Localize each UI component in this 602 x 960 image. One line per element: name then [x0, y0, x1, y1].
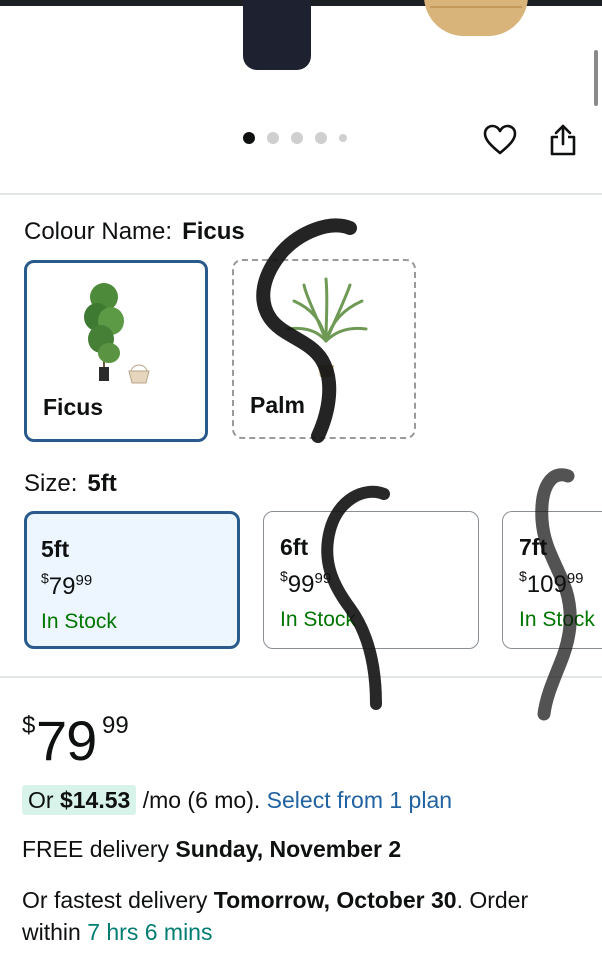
colour-label-row: Colour Name: Ficus [24, 218, 245, 246]
price-symbol: $ [22, 712, 36, 739]
size-option-stock: In Stock [41, 610, 117, 633]
size-option-price: $7999 [41, 570, 93, 600]
size-option-size: 6ft [280, 534, 309, 560]
fastest-delivery-line: Or fastest delivery Tomorrow, October 30… [22, 887, 529, 945]
share-icon [550, 124, 576, 156]
size-option-price: $9999 [280, 568, 332, 598]
wishlist-button[interactable] [480, 120, 520, 160]
fastest-delivery-date: Tomorrow, October 30 [213, 887, 457, 913]
price-whole: 79 [36, 709, 97, 772]
palm-plant-image [286, 277, 368, 377]
colour-selected-value: Ficus [182, 218, 245, 245]
financing-line: Or $14.53 /mo (6 mo). Select from 1 plan [22, 785, 452, 815]
delivery-countdown: 7 hrs 6 mins [87, 919, 213, 945]
colour-option-label: Palm [250, 392, 305, 418]
financing-highlight: Or $14.53 [22, 785, 137, 815]
gallery-dot[interactable] [267, 132, 279, 144]
gallery-dot[interactable] [315, 132, 327, 144]
gallery-dot[interactable] [243, 132, 255, 144]
product-image-gallery[interactable] [0, 0, 602, 80]
free-delivery-line: FREE delivery Sunday, November 2 [22, 836, 402, 862]
section-divider [0, 193, 602, 195]
size-label-row: Size: 5ft [24, 470, 117, 498]
size-option-size: 5ft [41, 536, 70, 562]
gallery-dot[interactable] [339, 134, 347, 142]
colour-option-ficus[interactable]: Ficus [24, 260, 208, 442]
price-fraction: 99 [102, 712, 129, 739]
size-option-5ft[interactable]: 5ft $7999 In Stock [24, 511, 240, 649]
colour-option-palm[interactable]: Palm [232, 259, 416, 439]
ficus-plant-image [84, 283, 150, 384]
product-image-pot [243, 0, 311, 70]
colour-label: Colour Name: [24, 218, 173, 245]
select-plan-link[interactable]: Select from 1 plan [267, 787, 452, 813]
heart-icon [483, 124, 517, 155]
scrollbar[interactable] [594, 50, 598, 106]
free-delivery-date: Sunday, November 2 [175, 836, 402, 862]
size-option-stock: In Stock [519, 608, 595, 631]
size-selected-value: 5ft [87, 470, 117, 497]
share-button[interactable] [543, 120, 583, 160]
size-option-price: $10999 [519, 568, 584, 598]
gallery-dot[interactable] [291, 132, 303, 144]
colour-option-label: Ficus [43, 394, 104, 420]
product-image-basket [424, 0, 528, 36]
section-divider [0, 676, 602, 678]
size-label: Size: [24, 470, 78, 497]
size-option-6ft[interactable]: 6ft $9999 In Stock [263, 511, 479, 649]
gallery-pagination-dots[interactable] [243, 132, 347, 144]
financing-term: /mo (6 mo). [142, 787, 261, 813]
size-option-size: 7ft [519, 534, 548, 560]
size-option-stock: In Stock [280, 608, 356, 631]
size-option-7ft[interactable]: 7ft $10999 In Stock [502, 511, 602, 649]
